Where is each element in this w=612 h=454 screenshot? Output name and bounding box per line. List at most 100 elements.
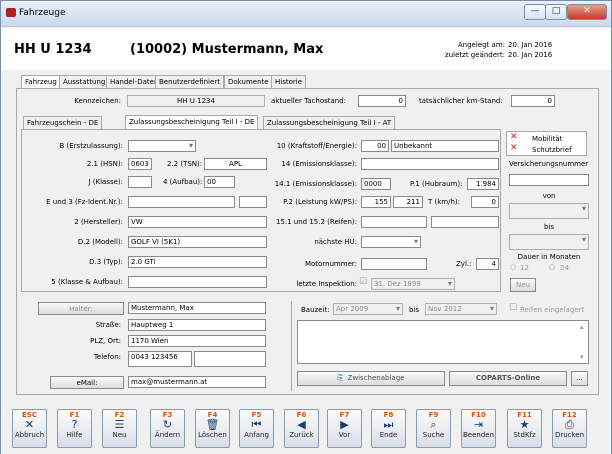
fz-ident-check-field[interactable] [239,196,267,208]
fkey-anfang-button[interactable]: F5 ⏮ Anfang [239,409,274,448]
strasse-field[interactable]: Hauptweg 1 [128,319,266,331]
mobil-cross-icon[interactable]: ✕ [510,132,518,142]
more-button[interactable]: ... [571,371,588,386]
km-stand-field[interactable]: 0 [511,95,555,107]
fkey-stdkfz-button[interactable]: F11 ★ StdKfz [507,409,542,448]
minimize-button[interactable]: — [524,4,546,20]
tab-handel-daten[interactable]: Handel-Daten [106,75,163,88]
edit-refresh-icon: ↻ [162,418,173,431]
tab-historie[interactable]: Historie [271,75,307,88]
reifen-label: 15.1 und 15.2 (Reifen): [276,218,357,226]
subtab-zb1-de[interactable]: Zulassungsbescheinigung Teil I - DE [125,115,259,129]
fkey-beenden-button[interactable]: F10 ⇥ Beenden [461,409,496,448]
changed-value: 20. Jan 2016 [508,51,553,59]
subtab-fahrzeugschein[interactable]: Fahrzeugschein - DE [23,116,103,129]
schutzbrief-cross-icon[interactable]: ✕ [510,143,518,153]
trash-icon: 🗑 [205,418,220,431]
plate-title: HH U 1234 [14,42,92,57]
kraftstoff-code-field[interactable]: 00 [361,140,389,152]
fkey-ende-button[interactable]: F8 ⏭ Ende [371,409,406,448]
bauzeit-label: Bauzeit: [301,306,330,314]
von-select[interactable] [509,203,589,219]
modell-field[interactable]: GOLF VI (5K1) [128,236,267,248]
fkey-vor-button[interactable]: F7 ▶ Vor [327,409,362,448]
tsn-field[interactable]: APL [204,158,267,170]
fz-ident-label: E und 3 (Fz-Ident.Nr.): [46,198,123,206]
notes-textarea[interactable] [297,320,589,364]
fkey-hilfe-button[interactable]: F1? Hilfe [57,409,92,448]
motornummer-field[interactable] [361,258,427,270]
fkey-abbruch-button[interactable]: ESC ✕ Abbruch [12,409,47,448]
bis-label: bis [543,223,555,231]
reifen-field-2[interactable] [431,216,499,228]
opt-24-label: 24 [560,264,569,272]
bauzeit-bis-label: bis [409,306,420,314]
fz-ident-field[interactable] [128,196,235,208]
tachostand-field[interactable]: 0 [358,95,406,107]
title-bar: Fahrzeuge — □ ✕ [1,1,611,27]
close-button[interactable]: ✕ [567,4,607,20]
hubraum-label: P.1 (Hubraum): [410,180,463,188]
tab-benutzerdefiniert[interactable]: Benutzerdefiniert [155,75,224,88]
erstzulassung-select[interactable] [128,140,196,152]
klasse-aufbau-field[interactable] [128,276,267,288]
zwischenablage-button[interactable]: ⎘ Zwischenablage [297,371,445,386]
tab-dokumente[interactable]: Dokumente [224,75,273,88]
tab-fahrzeug[interactable]: Fahrzeug [21,75,61,88]
neu-button[interactable]: Neu [510,278,536,292]
hsn-field[interactable]: 0603 [128,158,152,170]
subtab-zb1-at[interactable]: Zulassungsbescheinigung Teil I - AT [263,116,396,129]
bauzeit-to-select[interactable]: Nov 2012 [425,303,497,315]
hubraum-field[interactable]: 1.984 [467,178,499,190]
kraftstoff-field[interactable]: Unbekannt [391,140,499,152]
reifen-field-1[interactable] [361,216,427,228]
created-label: Angelegt am: [457,41,505,49]
maximize-button[interactable]: □ [545,4,567,20]
kennzeichen-field[interactable]: HH U 1234 [127,95,265,107]
aufbau-field[interactable]: 00 [204,176,235,188]
opt-12-radio[interactable]: ○ [510,263,516,271]
bis-select[interactable] [509,234,589,250]
hersteller-field[interactable]: VW [128,216,267,228]
opt-24-radio[interactable]: ○ [549,263,555,271]
halter-button[interactable]: Halter: [38,302,124,315]
coparts-online-button[interactable]: COPARTS-Online [449,371,567,386]
reifen-eingelagert-checkbox[interactable]: ☐ [509,303,517,313]
scroll-down-icon[interactable]: ▾ [580,353,584,361]
telefon-2-field[interactable] [194,351,266,367]
typ-field[interactable]: 2.0 GTi [128,256,267,268]
fkey-aendern-button[interactable]: F3 ↻ Ändern [150,409,185,448]
emissionsklasse-field[interactable] [361,158,499,170]
inspektion-date[interactable]: 31. Dez 1899 [371,278,455,290]
halter-field[interactable]: Mustermann, Max [128,302,266,314]
back-icon: ◀ [297,418,306,431]
speed-field[interactable]: 0 [471,196,499,208]
plz-field[interactable]: 1170 Wien [128,335,266,347]
scroll-up-icon[interactable]: ▴ [580,323,584,331]
fkey-label: Ende [379,431,398,439]
kraftstoff-label: 10 (Kraftstoff/Energie): [276,142,357,150]
kw-field[interactable]: 155 [361,196,391,208]
tab-ausstattung[interactable]: Ausstattung [59,75,110,88]
ps-field[interactable]: 211 [393,196,423,208]
hersteller-label: 2 (Hersteller): [74,218,123,226]
bauzeit-from-select[interactable]: Apr 2009 [333,303,403,315]
email-field[interactable]: max@mustermann.at [128,376,266,388]
modell-label: D.2 (Modell): [77,238,123,246]
owner-title: (10002) Mustermann, Max [130,42,324,57]
klasse-field[interactable] [128,176,152,188]
telefon-field[interactable]: 0043 123456 [128,351,192,367]
fkey-suche-button[interactable]: F9 ⌕ Suche [416,409,451,448]
versicherung-field[interactable] [509,174,589,186]
zylinder-field[interactable]: 4 [476,258,499,270]
emissionsklasse-141-field[interactable]: 0000 [361,178,391,190]
email-button[interactable]: eMail: [50,376,124,389]
schutzbrief-label: Schutzbrief [532,146,572,154]
fkey-zurueck-button[interactable]: F6 ◀ Zurück [284,409,319,448]
inspektion-checkbox[interactable]: ☑ [359,277,367,287]
fkey-neu-button[interactable]: F2 ☰ Neu [102,409,137,448]
fkey-loeschen-button[interactable]: F4 🗑 Löschen [195,409,230,448]
fkey-label: Neu [112,431,127,439]
fkey-drucken-button[interactable]: F12 ⎙ Drucken [552,409,587,448]
naechste-hu-select[interactable] [361,236,421,248]
